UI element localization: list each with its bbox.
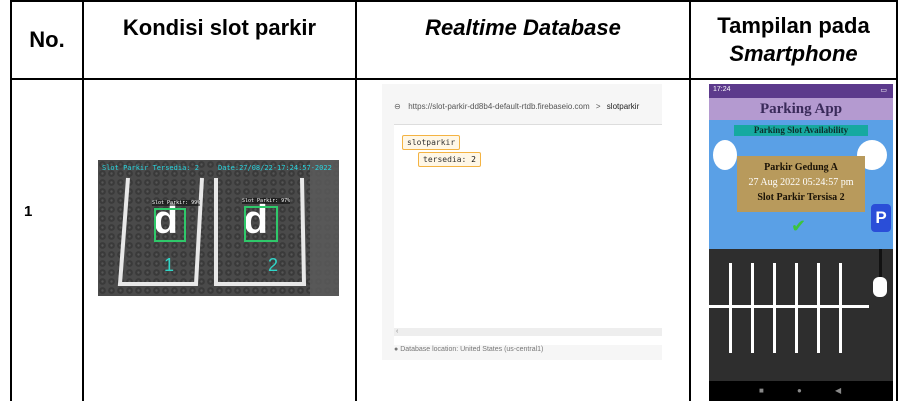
table-col-divider-1: [82, 0, 84, 401]
lot-divider: [751, 263, 754, 353]
database-url-bar[interactable]: ⊖ https://slot-parkir-dd8b4-default-rtdb…: [394, 102, 639, 111]
database-location-text: Database location: United States (us-cen…: [400, 346, 544, 353]
smartphone-screenshot: 17:24 ▭ Parking App Parking Slot Availab…: [709, 84, 893, 401]
parking-asphalt-image: p p: [98, 160, 339, 296]
header-no: No.: [12, 2, 82, 78]
lot-divider: [773, 263, 776, 353]
nav-home-icon[interactable]: ●: [797, 386, 802, 395]
root-node[interactable]: slotparkir: [402, 135, 461, 150]
header-no-text: No.: [29, 27, 65, 52]
lot-center-line: [709, 305, 869, 308]
photo-overlay-slots: Slot Parkir Tersedia: 2: [102, 164, 199, 172]
android-nav-bar: ■ ● ◀: [709, 381, 893, 401]
horizontal-scrollbar[interactable]: [394, 328, 662, 336]
table-header-divider: [10, 78, 898, 80]
slot-number-1: 1: [164, 255, 175, 275]
header-kondisi-text: Kondisi slot parkir: [122, 15, 317, 40]
header-kondisi: Kondisi slot parkir: [84, 2, 355, 54]
database-url: https://slot-parkir-dd8b4-default-rtdb.f…: [408, 102, 590, 111]
child-node-value: 2: [471, 155, 476, 164]
database-tree-card: slotparkir tersedia: 2: [394, 124, 662, 345]
header-tampilan: Tampilan pada Smartphone: [691, 2, 896, 78]
lot-divider: [839, 263, 842, 353]
root-node-key: slotparkir: [407, 138, 456, 147]
table-right-border: [896, 0, 898, 401]
slot-number-2: 2: [268, 255, 279, 275]
database-path: slotparkir: [606, 102, 640, 111]
photo-overlay-date: Date:27/08/22-17:24:57-2022: [218, 164, 332, 172]
header-tampilan-line1: Tampilan pada: [717, 13, 870, 38]
parking-sign-icon: P: [871, 204, 891, 232]
parking-slot-photo: p p Slot Parkir Tersedia: 2 Date:27/08/2…: [98, 160, 339, 296]
lot-divider: [795, 263, 798, 353]
availability-banner: Parking Slot Availability: [734, 125, 868, 136]
header-realtime-text: Realtime Database: [425, 15, 621, 40]
database-location-footer: ● Database location: United States (us-c…: [394, 346, 543, 353]
parking-info-box: Parkir Gedung A 27 Aug 2022 05:24:57 pm …: [737, 156, 865, 212]
firebase-console-screenshot: ⊖ https://slot-parkir-dd8b4-default-rtdb…: [382, 84, 662, 360]
header-tampilan-line2: Smartphone: [729, 41, 858, 66]
phone-status-bar: 17:24 ▭: [709, 84, 893, 98]
parking-datetime: 27 Aug 2022 05:24:57 pm: [748, 177, 854, 188]
checkmark-icon: ✔: [791, 216, 807, 236]
child-node[interactable]: tersedia: 2: [418, 152, 481, 167]
header-realtime: Realtime Database: [357, 2, 689, 54]
nav-recents-icon[interactable]: ■: [759, 386, 764, 395]
breadcrumb-separator: >: [595, 102, 601, 111]
battery-icon: ▭: [880, 87, 887, 94]
lot-divider: [729, 263, 732, 353]
detection-box-1: [154, 208, 186, 242]
slots-remaining: Slot Parkir Tersisa 2: [757, 192, 845, 203]
nav-back-icon[interactable]: ◀: [835, 386, 841, 395]
app-title: Parking App: [709, 98, 893, 120]
lot-divider: [817, 263, 820, 353]
parking-lot-illustration: [709, 249, 893, 381]
child-node-key: tersedia: [423, 155, 462, 164]
sign-post-base: [873, 277, 887, 297]
parking-location: Parkir Gedung A: [764, 162, 838, 173]
detection-label-1: Slot Parkir: 99%: [152, 200, 201, 206]
sign-pole: [879, 249, 882, 279]
table-col-divider-2: [355, 0, 357, 401]
scroll-left-arrow[interactable]: ‹: [396, 328, 398, 335]
cloud-left-icon: [713, 140, 737, 170]
detection-box-2: [244, 206, 278, 242]
row-number: 1: [24, 203, 33, 220]
link-icon: ⊖: [394, 102, 401, 111]
detection-label-2: Slot Parkir: 97%: [242, 198, 291, 204]
status-time: 17:24: [713, 86, 731, 93]
